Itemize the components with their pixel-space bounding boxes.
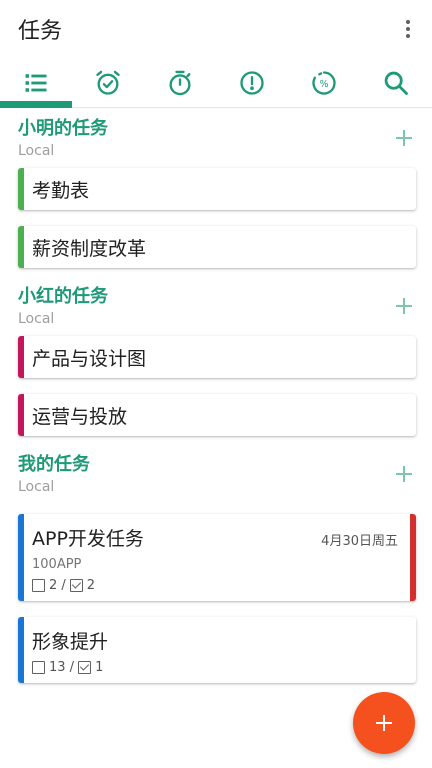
tab-progress[interactable]: % [288, 58, 360, 107]
task-title: 运营与投放 [32, 405, 128, 428]
task-card[interactable]: 考勤表 [18, 168, 416, 210]
plus-icon [376, 715, 392, 731]
done-count: 2 [86, 578, 96, 593]
tab-alarm[interactable] [72, 58, 144, 107]
plus-icon [396, 466, 412, 482]
tab-search[interactable] [360, 58, 432, 107]
priority-icon [240, 70, 264, 95]
more-options-button[interactable] [396, 13, 420, 45]
svg-text:%: % [320, 79, 329, 90]
section-account: Local [18, 479, 55, 495]
section-header: 我的任务 Local [18, 444, 416, 500]
task-title: 产品与设计图 [32, 347, 147, 370]
dot [406, 34, 410, 38]
section-account: Local [18, 311, 55, 327]
add-task-button[interactable] [388, 290, 420, 322]
add-fab-button[interactable] [353, 692, 415, 754]
task-title: APP开发任务 [32, 528, 144, 550]
plus-icon [396, 298, 412, 314]
color-stripe [18, 168, 24, 210]
timer-icon [169, 70, 191, 95]
task-title: 考勤表 [32, 179, 90, 202]
add-task-button[interactable] [388, 122, 420, 154]
app-bar: 任务 [0, 0, 432, 58]
list-icon [25, 73, 47, 92]
tab-timer[interactable] [144, 58, 216, 107]
priority-stripe [410, 514, 416, 601]
plus-icon [396, 130, 412, 146]
task-list: 小明的任务 Local 考勤表 薪资制度改革 小红的任务 Local 产品与设计… [0, 108, 432, 683]
section-account: Local [18, 143, 55, 159]
dot [406, 20, 410, 24]
add-task-button[interactable] [388, 458, 420, 490]
task-card[interactable]: 形象提升 13 / 1 [18, 617, 416, 683]
app-title: 任务 [18, 19, 63, 44]
tab-bar: % [0, 58, 432, 108]
done-count: 1 [95, 660, 104, 675]
checkbox-empty-icon [32, 661, 45, 674]
subtask-counts: 13 / 1 [32, 660, 402, 675]
progress-icon: % [312, 70, 336, 95]
color-stripe [18, 394, 24, 436]
task-subtitle: 100APP [32, 557, 82, 572]
checkbox-checked-icon [78, 661, 92, 674]
task-card[interactable]: 产品与设计图 [18, 336, 416, 378]
task-title: 薪资制度改革 [32, 237, 147, 260]
open-count: 2 / [49, 578, 66, 593]
task-card[interactable]: APP开发任务 4月30日周五 100APP 2 / 2 [18, 514, 416, 601]
section-header: 小明的任务 Local [18, 108, 416, 164]
task-title: 形象提升 [32, 631, 109, 653]
task-card[interactable]: 运营与投放 [18, 394, 416, 436]
subtask-counts: 2 / 2 [32, 578, 402, 593]
color-stripe [18, 617, 24, 683]
due-date: 4月30日周五 [321, 534, 398, 549]
dot [406, 27, 410, 31]
section-title: 小明的任务 [18, 118, 108, 139]
alarm-icon [96, 70, 120, 95]
section-header: 小红的任务 Local [18, 276, 416, 332]
task-card[interactable]: 薪资制度改革 [18, 226, 416, 268]
color-stripe [18, 514, 24, 601]
checkbox-checked-icon [69, 579, 83, 592]
section-title: 小红的任务 [18, 286, 108, 307]
checkbox-empty-icon [32, 579, 45, 592]
search-icon [384, 71, 408, 95]
color-stripe [18, 336, 24, 378]
color-stripe [18, 226, 24, 268]
tab-priority[interactable] [216, 58, 288, 107]
section-title: 我的任务 [18, 454, 90, 475]
open-count: 13 / [49, 660, 75, 675]
tab-list[interactable] [0, 58, 72, 108]
